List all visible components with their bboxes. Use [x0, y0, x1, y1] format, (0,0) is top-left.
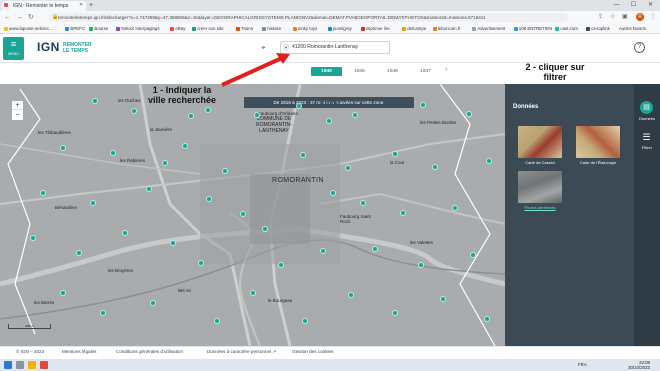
filter-icon[interactable]: ☰ [640, 132, 653, 143]
data-panel [505, 84, 634, 346]
keyboard-language[interactable]: FRA [578, 362, 587, 367]
right-rail [634, 84, 660, 346]
footer-copyright: © IGN – 2023 [16, 349, 45, 354]
start-icon[interactable] [4, 361, 12, 369]
os-taskbar [0, 359, 660, 371]
footer-link-personal-data[interactable]: Données à caractère personnel ↗ [207, 349, 276, 355]
arrow-to-search [221, 56, 283, 87]
rail-filter-label[interactable]: Filtrer [635, 145, 659, 150]
aerial-photos-thumbnail[interactable] [518, 171, 562, 203]
chrome-icon[interactable] [40, 361, 48, 369]
clock-date: 30/10/2023 [628, 365, 650, 370]
aerial-photos-label[interactable]: Photos aériennes [510, 205, 570, 210]
etat-major-map-thumbnail[interactable] [576, 126, 620, 158]
cassini-map-label[interactable]: Carte de Cassini [510, 160, 570, 165]
search-icon[interactable] [16, 361, 24, 369]
footer-link-cookies[interactable]: Gestion des cookies [292, 349, 333, 354]
etat-major-map-label[interactable]: Carte de l'État-major [568, 160, 628, 165]
footer-link-legal[interactable]: Mentions légales [62, 349, 96, 354]
rail-data-label[interactable]: Données [635, 116, 659, 121]
layers-icon[interactable]: ▤ [640, 101, 653, 114]
panel-title: Données [513, 104, 539, 110]
system-clock[interactable]: 22:09 30/10/2023 [610, 360, 650, 370]
cassini-map-thumbnail[interactable] [518, 126, 562, 158]
footer-link-terms[interactable]: Conditions générales d'utilisation [116, 349, 183, 354]
file-explorer-icon[interactable] [28, 361, 36, 369]
